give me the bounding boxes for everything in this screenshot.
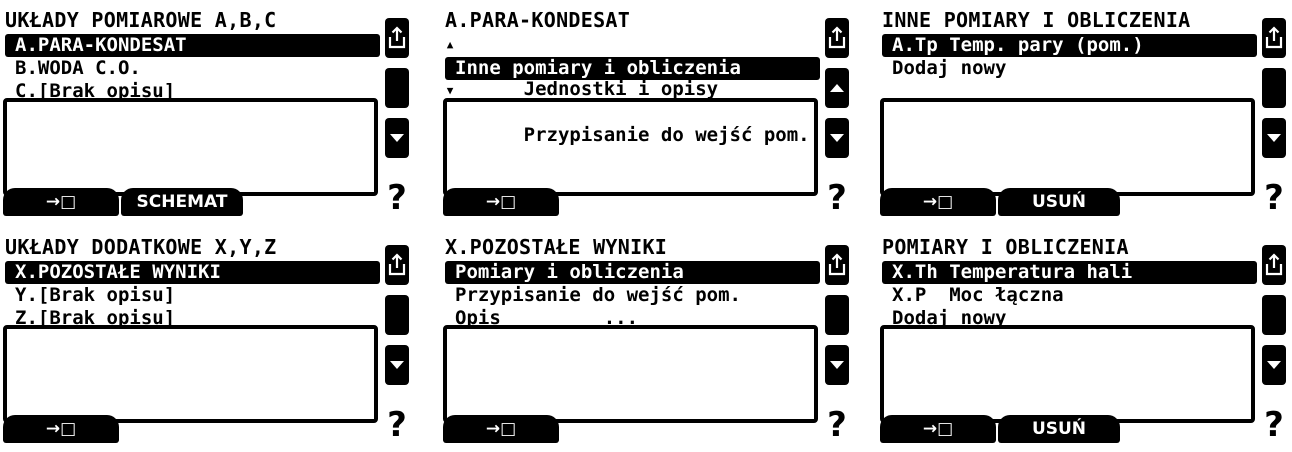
help-button[interactable]: ?: [385, 178, 409, 218]
screen-6: POMIARY I OBLICZENIA X.Th Temperatura ha…: [880, 235, 1286, 452]
schemat-button[interactable]: SCHEMAT: [121, 188, 243, 216]
list-item-selected[interactable]: A.Tp Temp. pary (pom.): [882, 34, 1257, 57]
blank-side-button[interactable]: [825, 295, 849, 335]
screen-3: INNE POMIARY I OBLICZENIA A.Tp Temp. par…: [880, 8, 1286, 225]
screen-2: A.PARA-KONDESAT ▲ Jednostki i opisy Inne…: [443, 8, 849, 225]
bottom-bar: →□: [443, 415, 823, 445]
menu-list: Pomiary i obliczenia Przypisanie do wejś…: [445, 261, 820, 330]
bottom-bar: →□ USUŃ: [880, 188, 1260, 218]
list-item-selected[interactable]: X.POZOSTAŁE WYNIKI: [5, 261, 380, 284]
export-button[interactable]: [825, 245, 849, 285]
screen-title: X.POZOSTAŁE WYNIKI: [445, 235, 668, 259]
screen-title: UKŁADY DODATKOWE X,Y,Z: [5, 235, 277, 259]
export-icon: [388, 26, 406, 49]
empty-panel: [3, 98, 378, 196]
enter-button[interactable]: →□: [880, 415, 996, 443]
blank-side-button[interactable]: [385, 295, 409, 335]
screen-title: INNE POMIARY I OBLICZENIA: [882, 8, 1191, 32]
down-button[interactable]: [385, 345, 409, 385]
enter-button[interactable]: →□: [3, 415, 119, 443]
up-button[interactable]: [825, 68, 849, 108]
list-item[interactable]: Przypisanie do wejść pom.: [445, 284, 820, 307]
blank-side-button[interactable]: [1262, 295, 1286, 335]
empty-panel: [443, 98, 818, 196]
arrow-down-icon: [390, 361, 404, 369]
enter-button[interactable]: →□: [3, 188, 119, 216]
arrow-down-icon: [1267, 134, 1281, 142]
bottom-bar: →□ USUŃ: [880, 415, 1260, 445]
export-icon: [1265, 253, 1283, 276]
down-button[interactable]: [385, 118, 409, 158]
empty-panel: [3, 325, 378, 423]
list-item[interactable]: X.P Moc łączna: [882, 284, 1257, 307]
export-icon: [1265, 26, 1283, 49]
export-icon: [388, 253, 406, 276]
delete-button[interactable]: USUŃ: [998, 415, 1120, 443]
list-item[interactable]: B.WODA C.O.: [5, 57, 380, 80]
down-button[interactable]: [825, 345, 849, 385]
export-button[interactable]: [825, 18, 849, 58]
down-button[interactable]: [1262, 118, 1286, 158]
export-icon: [828, 26, 846, 49]
screen-title: POMIARY I OBLICZENIA: [882, 235, 1129, 259]
delete-button[interactable]: USUŃ: [998, 188, 1120, 216]
arrow-down-icon: [830, 134, 844, 142]
export-button[interactable]: [1262, 18, 1286, 58]
list-item-selected[interactable]: Inne pomiary i obliczenia: [445, 57, 820, 80]
screen-5: X.POZOSTAŁE WYNIKI Pomiary i obliczenia …: [443, 235, 849, 452]
export-icon: [828, 253, 846, 276]
help-button[interactable]: ?: [1262, 178, 1286, 218]
menu-list: ▲ Jednostki i opisy Inne pomiary i oblic…: [445, 34, 820, 146]
down-button[interactable]: [825, 118, 849, 158]
list-item-selected[interactable]: Pomiary i obliczenia: [445, 261, 820, 284]
menu-list: A.PARA-KONDESAT B.WODA C.O. C.[Brak opis…: [5, 34, 380, 103]
export-button[interactable]: [385, 18, 409, 58]
list-item-selected[interactable]: X.Th Temperatura hali: [882, 261, 1257, 284]
list-item[interactable]: Dodaj nowy: [882, 57, 1257, 80]
screen-4: UKŁADY DODATKOWE X,Y,Z X.POZOSTAŁE WYNIK…: [3, 235, 409, 452]
down-button[interactable]: [1262, 345, 1286, 385]
menu-list: X.Th Temperatura hali X.P Moc łączna Dod…: [882, 261, 1257, 330]
screen-title: UKŁADY POMIAROWE A,B,C: [5, 8, 277, 32]
bottom-bar: →□: [443, 188, 823, 218]
menu-list: A.Tp Temp. pary (pom.) Dodaj nowy: [882, 34, 1257, 80]
arrow-down-icon: [1267, 361, 1281, 369]
enter-button[interactable]: →□: [880, 188, 996, 216]
empty-panel: [443, 325, 818, 423]
arrow-down-icon: [390, 134, 404, 142]
menu-list: X.POZOSTAŁE WYNIKI Y.[Brak opisu] Z.[Bra…: [5, 261, 380, 330]
empty-panel: [880, 98, 1255, 196]
enter-button[interactable]: →□: [443, 415, 559, 443]
screen-title: A.PARA-KONDESAT: [445, 8, 631, 32]
export-button[interactable]: [1262, 245, 1286, 285]
list-item[interactable]: Y.[Brak opisu]: [5, 284, 380, 307]
blank-side-button[interactable]: [385, 68, 409, 108]
blank-side-button[interactable]: [1262, 68, 1286, 108]
help-button[interactable]: ?: [385, 405, 409, 445]
arrow-down-icon: [830, 361, 844, 369]
help-button[interactable]: ?: [825, 178, 849, 218]
list-item[interactable]: ▲ Jednostki i opisy: [445, 34, 820, 100]
bottom-bar: →□: [3, 415, 383, 445]
export-button[interactable]: [385, 245, 409, 285]
list-item-selected[interactable]: A.PARA-KONDESAT: [5, 34, 380, 57]
arrow-up-icon: [830, 84, 844, 92]
scroll-up-indicator-icon: ▲: [446, 38, 454, 51]
bottom-bar: →□ SCHEMAT: [3, 188, 383, 218]
screen-1: UKŁADY POMIAROWE A,B,C A.PARA-KONDESAT B…: [3, 8, 409, 225]
enter-button[interactable]: →□: [443, 188, 559, 216]
help-button[interactable]: ?: [1262, 405, 1286, 445]
empty-panel: [880, 325, 1255, 423]
help-button[interactable]: ?: [825, 405, 849, 445]
